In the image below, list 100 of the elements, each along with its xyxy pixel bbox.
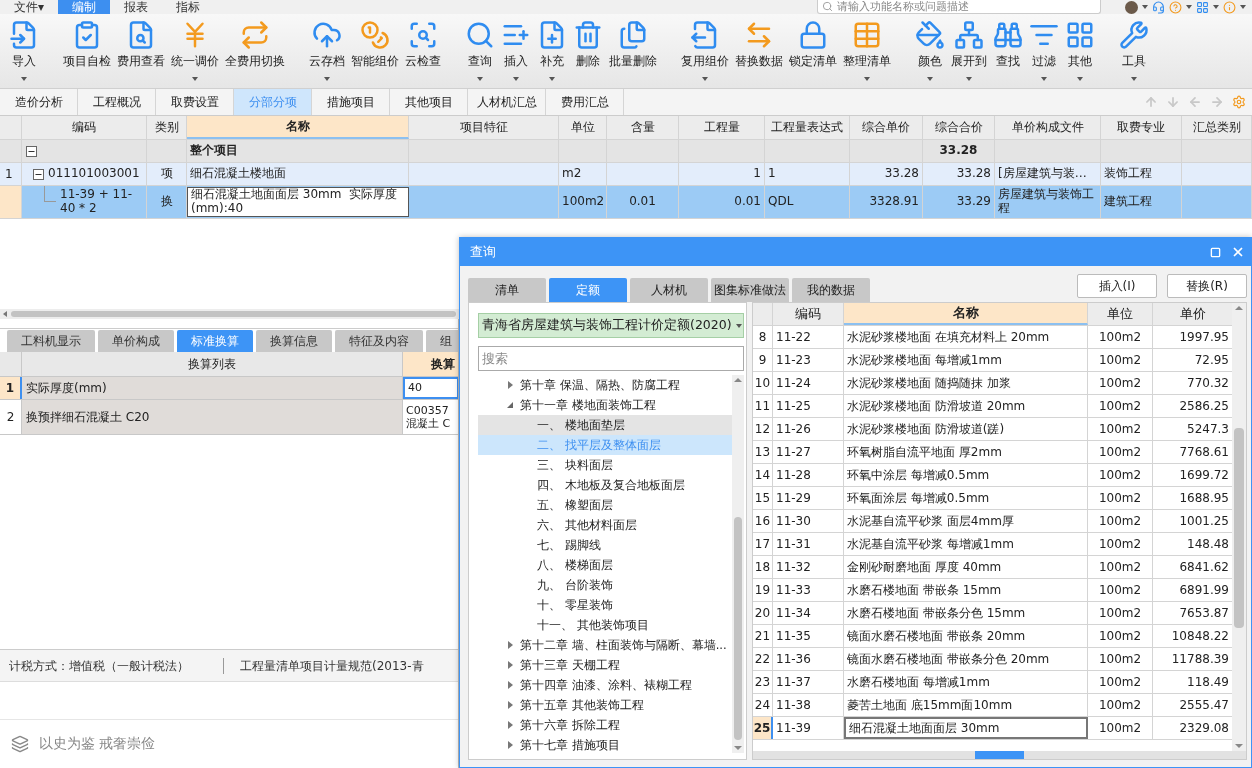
close-icon[interactable] [1231,245,1245,259]
collapse-arrow-icon[interactable] [506,401,514,409]
toolbar-button[interactable]: 全费用切换 [224,20,286,82]
toolbar-button[interactable]: 整理清单 [842,20,892,82]
toolbar-button[interactable]: 锁定清单 [788,20,838,82]
toolbar-button[interactable]: 其他 [1064,20,1096,82]
collapse-icon[interactable] [33,168,44,180]
toolbar-button[interactable]: 导入 [8,20,40,82]
table-row[interactable]: 整个项目 33.28 [0,140,1252,163]
toolbar-button[interactable]: 复用组价 [680,20,730,82]
toolbar-button[interactable]: 云存档 [308,20,346,82]
vertical-scrollbar[interactable] [732,375,744,753]
tab[interactable]: 单价构成 [98,330,174,353]
toolbar-button[interactable]: 展开到 [950,20,988,82]
input-field[interactable]: 40 [403,377,458,399]
tree-item[interactable]: 七、 踢脚线 [478,535,732,555]
collapse-icon[interactable] [26,145,37,157]
tree-item[interactable]: 十、 零星装饰 [478,595,732,615]
table-cell: 环氧中涂层 每增减0.5mm [844,464,1088,486]
expand-arrow-icon[interactable] [506,721,514,729]
toolbar-button[interactable]: 补充 [536,20,568,82]
tree-item[interactable]: 第十六章 拆除工程 [478,715,732,735]
tree-item[interactable]: 第十七章 措施项目 [478,735,732,755]
table-cell: 11-35 [773,625,844,647]
tree-item[interactable]: 四、 木地板及复合地板面层 [478,475,732,495]
tab[interactable]: 清单 [468,278,546,302]
tree-item[interactable]: 九、 台阶装饰 [478,575,732,595]
toolbar-button[interactable]: 云检查 [404,20,442,82]
horizontal-scrollbar[interactable] [753,751,1246,759]
tab[interactable]: 工程概况 [78,89,156,115]
toolbar-button[interactable]: 项目自检 [62,20,112,82]
library-dropdown[interactable]: 青海省房屋建筑与装饰工程计价定额(2020) [478,313,744,338]
menu-item[interactable]: 指标 [162,0,215,14]
tab[interactable]: 组 [426,330,458,353]
tree-item[interactable]: 第十四章 油漆、涂料、裱糊工程 [478,675,732,695]
toolbar-button[interactable]: 费用查看 [116,20,166,82]
expand-arrow-icon[interactable] [506,741,514,749]
column-header[interactable]: 名称 [844,303,1088,325]
column-header[interactable]: 单价 [1153,303,1233,325]
tree-item[interactable]: 第十五章 其他装饰工程 [478,695,732,715]
tab[interactable]: 特征及内容 [335,330,423,353]
avatar[interactable] [1125,0,1138,14]
caret-icon[interactable] [1142,5,1148,9]
tree-item[interactable]: 第十三章 天棚工程 [478,655,732,675]
caret-icon[interactable] [1240,5,1246,9]
expand-arrow-icon[interactable] [506,381,514,389]
menu-item[interactable]: 报表 [110,0,163,14]
tree-item[interactable]: 第十一章 楼地面装饰工程 [478,395,732,415]
caret-icon[interactable] [1186,5,1192,9]
tab[interactable]: 费用汇总 [546,89,624,115]
column-header[interactable]: 编码 [773,303,844,325]
search-field[interactable]: 搜索 [478,346,744,371]
tab[interactable]: 换算信息 [256,330,332,353]
tab[interactable]: 人材机 [630,278,708,302]
row-number: 23 [753,671,773,693]
column-header[interactable]: 名称 [187,116,409,139]
toolbar-button[interactable]: 工具 [1118,20,1150,82]
toolbar-button[interactable]: 替换数据 [734,20,784,82]
tree-item[interactable]: 第十二章 墙、柱面装饰与隔断、幕墙... [478,635,732,655]
row-number: 14 [753,464,773,486]
tree-item[interactable]: 八、 楼梯面层 [478,555,732,575]
edit-field[interactable]: 细石混凝土地面面层 30mm 实际厚度(mm):40 [187,187,409,217]
tab[interactable]: 人材机汇总 [468,89,546,115]
maximize-icon[interactable] [1210,246,1221,258]
headset-icon[interactable] [1152,0,1165,14]
tree-item[interactable]: 五、 橡塑面层 [478,495,732,515]
tree-item[interactable]: 一、 楼地面垫层 [478,415,732,435]
toolbar-button[interactable]: 过滤 [1028,20,1060,82]
tree-item[interactable]: 三、 块料面层 [478,455,732,475]
caret-icon[interactable] [1213,5,1219,9]
tab[interactable]: 工料机显示 [7,330,95,353]
table-row[interactable]: 1 011101003001 项 细石混凝土楼地面 m2 1 1 33.28 33.28 [房屋建筑与装… 装饰工程 [0,163,1252,186]
tree-item[interactable]: 六、 其他材料面层 [478,515,732,535]
tab[interactable]: 图集标准做法 [711,278,789,302]
dialog-button[interactable]: 插入(I) [1077,274,1157,298]
expand-arrow-icon[interactable] [506,681,514,689]
tab[interactable]: 措施项目 [312,89,390,115]
toolbar-button[interactable]: 查找 [992,20,1024,82]
tree-item[interactable]: 第十章 保温、隔热、防腐工程 [478,375,732,395]
dialog-button[interactable]: 替换(R) [1167,274,1247,298]
toolbar-button[interactable]: 统一调价 [170,20,220,82]
grid-icon[interactable] [1196,0,1209,14]
tab[interactable]: 其他项目 [390,89,468,115]
toolbar-button[interactable]: 批量删除 [608,20,658,82]
toolbar-button[interactable]: 删除 [572,20,604,82]
expand-arrow-icon[interactable] [506,661,514,669]
tree-item[interactable]: 十一、 其他装饰项目 [478,615,732,635]
horizontal-scrollbar[interactable] [0,309,459,319]
vertical-scrollbar[interactable] [1232,303,1246,751]
toolbar-button[interactable]: 颜色 [914,20,946,82]
expand-arrow-icon[interactable] [506,641,514,649]
toolbar-button[interactable]: 插入 [500,20,532,82]
tab[interactable]: 造价分析 [0,89,78,115]
tab[interactable]: 我的数据 [792,278,870,302]
toolbar-button[interactable]: 查询 [464,20,496,82]
column-header[interactable]: 单位 [1088,303,1153,325]
menu-item[interactable]: 文件▾ [0,0,59,14]
toolbar-button[interactable]: 智能组价 [350,20,400,82]
expand-arrow-icon[interactable] [506,701,514,709]
search-field[interactable]: 请输入功能名称或问题描述 [817,0,1101,14]
